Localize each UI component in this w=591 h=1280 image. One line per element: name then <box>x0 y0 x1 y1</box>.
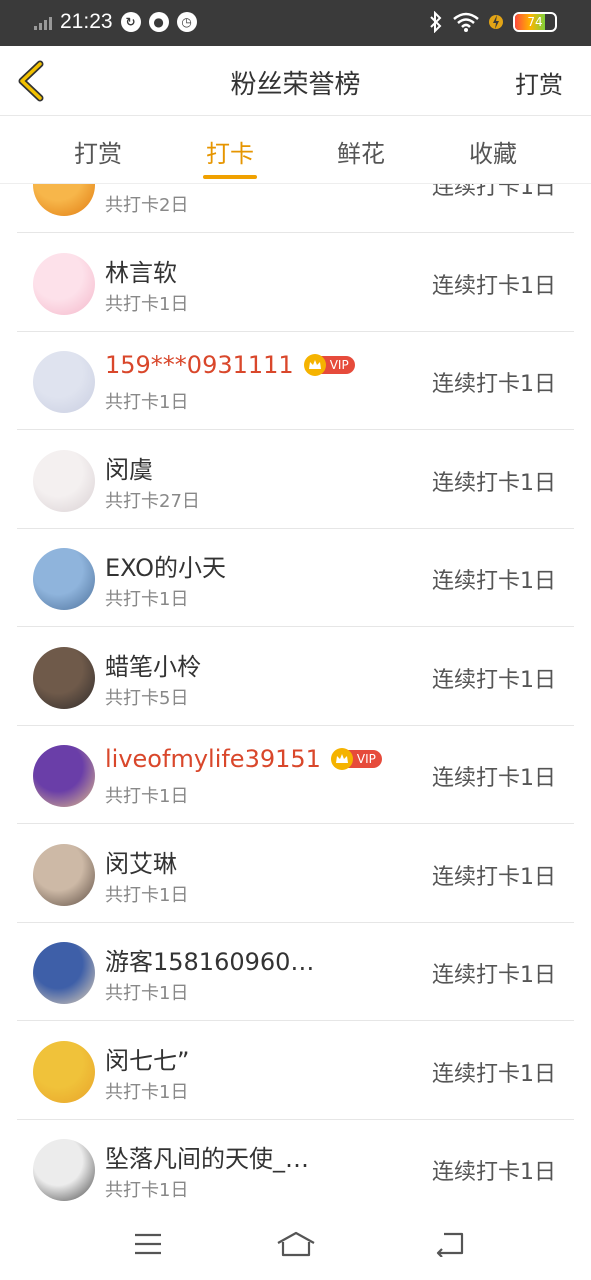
user-name: liveofmylife39151 VIP <box>105 745 382 773</box>
checkin-streak: 连续打卡1日 <box>432 184 556 200</box>
wifi-icon <box>453 12 479 32</box>
reward-button[interactable]: 打赏 <box>515 65 563 100</box>
tab-favorites[interactable]: 收藏 <box>443 134 543 169</box>
user-name: 游客158160960… <box>105 942 314 977</box>
avatar[interactable] <box>33 745 95 807</box>
user-name: 蜡笔小柃 <box>105 647 201 682</box>
checkin-streak: 连续打卡1日 <box>432 864 556 890</box>
crown-icon <box>330 748 353 770</box>
user-name-text: 闵虞 <box>105 455 153 484</box>
total-checkin-days: 共打卡1日 <box>105 1081 189 1103</box>
avatar[interactable] <box>33 1040 95 1103</box>
list-item[interactable]: 蜡笔小柃共打卡5日 连续打卡1日 <box>17 628 574 726</box>
list-item[interactable]: 闵七七” 共打卡1日 连续打卡1日 <box>17 1022 574 1120</box>
avatar[interactable] <box>33 449 95 512</box>
notification-icon: ↻ <box>120 12 141 32</box>
tab-checkin[interactable]: 打卡 <box>180 134 280 169</box>
avatar[interactable] <box>33 843 95 906</box>
vip-badge: VIP <box>330 748 382 770</box>
back-icon <box>436 1232 464 1257</box>
alarm-icon: ◷ <box>176 12 197 32</box>
total-checkin-days: 共打卡1日 <box>105 786 189 807</box>
user-name-text: 蜡笔小柃 <box>105 652 201 681</box>
status-bar-right: 74 <box>429 11 557 33</box>
avatar[interactable] <box>33 942 95 1004</box>
vip-badge: VIP <box>303 354 355 376</box>
bluetooth-icon <box>430 11 442 33</box>
tab-reward[interactable]: 打赏 <box>48 134 148 169</box>
user-name: 林言软 <box>105 253 177 288</box>
user-name-text: 闵艾琳 <box>105 849 177 878</box>
total-checkin-days: 共打卡1日 <box>105 983 189 1004</box>
user-name: 闵虞 <box>105 450 153 485</box>
total-checkin-days: 共打卡1日 <box>105 293 189 315</box>
total-checkin-days: 共打卡1日 <box>105 589 189 610</box>
home-button[interactable] <box>275 1226 317 1262</box>
list-item[interactable]: EXO的小天共打卡1日 连续打卡1日 <box>17 529 574 627</box>
avatar[interactable] <box>33 1139 95 1201</box>
user-name: 闵艾琳 <box>105 844 177 879</box>
battery-icon: 74 <box>513 12 557 32</box>
status-bar-left: 21:23 ↻ ● ◷ <box>34 10 197 34</box>
user-name-text: 159***0931111 <box>105 351 294 379</box>
user-name-text: EXO的小天 <box>105 554 226 582</box>
tab-flowers[interactable]: 鲜花 <box>311 134 411 169</box>
checkin-streak: 连续打卡1日 <box>432 1061 556 1087</box>
checkin-streak: 连续打卡1日 <box>432 569 556 594</box>
avatar[interactable] <box>33 184 95 216</box>
list-item[interactable]: 闵虞共打卡27日 连续打卡1日 <box>17 431 574 529</box>
total-checkin-days: 共打卡1日 <box>105 392 189 413</box>
list-item[interactable]: 共打卡2日 连续打卡1日 <box>17 184 574 233</box>
checkin-streak: 连续打卡1日 <box>432 372 556 397</box>
battery-level: 74 <box>527 15 543 29</box>
checkin-streak: 连续打卡1日 <box>432 667 556 693</box>
total-checkin-days: 共打卡5日 <box>105 687 189 709</box>
user-name: 159***0931111 VIP <box>105 351 355 379</box>
user-name: EXO的小天 <box>105 548 226 583</box>
wechat-icon: ● <box>148 12 169 32</box>
back-nav-button[interactable] <box>430 1226 470 1262</box>
list-item[interactable]: 林言软共打卡1日 连续打卡1日 <box>17 234 574 332</box>
crown-icon <box>303 354 326 376</box>
user-name-text: liveofmylife39151 <box>105 745 321 773</box>
checkin-streak: 连续打卡1日 <box>432 470 556 496</box>
checkin-streak: 连续打卡1日 <box>432 1160 556 1185</box>
checkin-streak: 连续打卡1日 <box>432 766 556 791</box>
fan-list[interactable]: 共打卡2日 连续打卡1日 林言软 共打卡1日 连续打卡1日 159***0931111 VI… <box>0 184 591 1208</box>
active-tab-indicator <box>203 175 257 179</box>
menu-icon <box>135 1233 161 1255</box>
total-checkin-days: 共打卡1日 <box>105 1180 189 1201</box>
list-item[interactable]: 游客158160960… 共打卡1日 连续打卡1日 <box>17 923 574 1021</box>
page-title: 粉丝荣誉榜 <box>230 70 361 100</box>
navigation-bar: 粉丝荣誉榜 打赏 <box>0 46 591 116</box>
user-name: 坠落凡间的天使_… <box>105 1139 309 1174</box>
user-name-text: 闵七七” <box>105 1046 190 1075</box>
system-navigation-bar <box>0 1208 591 1280</box>
user-name-text: 游客158160960… <box>105 948 315 976</box>
avatar[interactable] <box>33 646 95 709</box>
menu-button[interactable] <box>128 1226 168 1262</box>
list-item[interactable]: 闵艾琳共打卡1日 连续打卡1日 <box>17 825 574 923</box>
user-name: 闵七七” <box>105 1041 189 1076</box>
user-name-text: 坠落凡间的天使_… <box>105 1145 309 1173</box>
avatar[interactable] <box>33 252 95 315</box>
avatar[interactable] <box>33 548 95 610</box>
list-item[interactable]: 坠落凡间的天使_… 共打卡1日 连续打卡1日 <box>17 1120 574 1208</box>
checkin-streak: 连续打卡1日 <box>432 963 556 988</box>
charging-icon <box>489 15 503 29</box>
total-checkin-days: 共打卡2日 <box>105 195 189 216</box>
list-item[interactable]: 159***0931111 VIP 共打卡1日 连续打卡1日 <box>17 332 574 430</box>
checkin-streak: 连续打卡1日 <box>432 273 556 299</box>
total-checkin-days: 共打卡27日 <box>105 490 200 512</box>
signal-icon <box>34 14 52 30</box>
avatar[interactable] <box>33 351 95 413</box>
status-time: 21:23 <box>60 10 113 33</box>
tab-bar: 打赏 打卡 鲜花 收藏 <box>0 116 591 184</box>
list-item[interactable]: liveofmylife39151 VIP 共打卡1日 连续打卡1日 <box>17 726 574 824</box>
total-checkin-days: 共打卡1日 <box>105 884 189 906</box>
home-icon <box>277 1231 315 1257</box>
user-name-text: 林言软 <box>105 258 177 287</box>
status-bar: 21:23 ↻ ● ◷ 74 <box>0 0 591 46</box>
